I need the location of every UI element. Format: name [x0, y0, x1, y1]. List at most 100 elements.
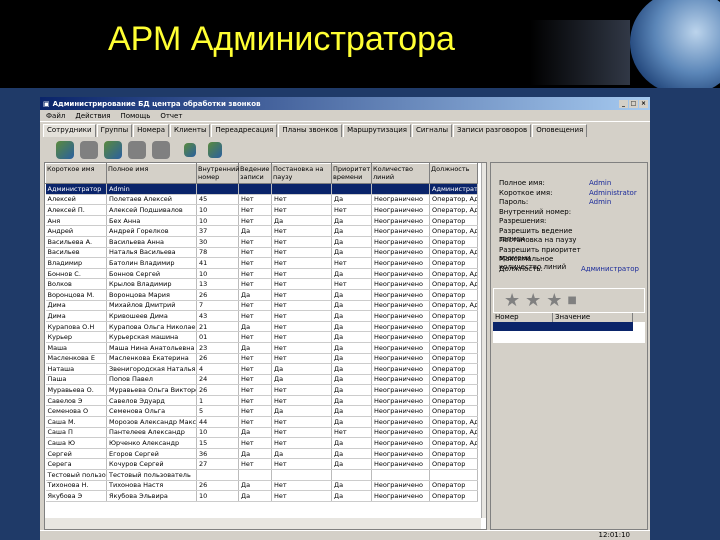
table-cell: Да — [238, 490, 272, 502]
menu-item[interactable]: Отчет — [160, 112, 182, 120]
column-header[interactable]: Приоритет времени — [331, 163, 372, 184]
table-cell: Неограничено — [371, 363, 430, 375]
table-cell: Оператор — [429, 395, 478, 407]
status-time: 12:01:10 — [598, 531, 630, 539]
table-row[interactable]: Савелов Э Савелов Эдуард 1 Нет Нет Да Неограни… — [45, 395, 478, 407]
table-cell: Воронцова М. — [45, 289, 107, 301]
table-row[interactable]: Аня Бех Анна 10 Нет Да Да Неограничено Оператор — [45, 215, 478, 227]
menu-item[interactable]: Помощь — [120, 112, 150, 120]
table-cell — [331, 183, 372, 195]
title-bar[interactable]: ▣ Администрирование БД центра обработки … — [40, 97, 650, 110]
table-row[interactable]: АдминистраторAdminАдминистратор — [45, 183, 478, 195]
close-button[interactable]: × — [639, 99, 648, 108]
horizontal-scrollbar[interactable] — [45, 518, 481, 529]
table-row[interactable]: Семенова О Семенова Ольга 5 Нет Да Да Неограни… — [45, 405, 478, 418]
tab-9[interactable]: Оповещения — [532, 124, 588, 137]
column-header[interactable]: Количество линий — [371, 163, 430, 184]
table-cell: 30 — [196, 236, 239, 248]
details-panel: Полное имя: Admin Короткое имя: Administrat… — [490, 162, 648, 530]
table-cell: Андрей Горелков — [106, 225, 197, 237]
table-row[interactable]: Боннов С. Боннов Сергей 10 Нет Нет Да Неограни… — [45, 268, 478, 280]
maximize-button[interactable]: □ — [629, 99, 638, 108]
table-row[interactable]: Васильева А. Васильева Анна 30 Нет Нет Да Неог… — [45, 236, 478, 248]
delete-user-icon[interactable] — [80, 140, 98, 159]
tab-7[interactable]: Сигналы — [412, 124, 452, 137]
tab-6[interactable]: Маршрутизация — [343, 124, 411, 137]
table-row[interactable]: Муравьева О.Муравьева Ольга Викторовна26… — [45, 384, 478, 396]
table-row[interactable]: Сергей Егоров Сергей 36 Да Да Да Неограничено О… — [45, 448, 478, 460]
minimize-button[interactable]: _ — [619, 99, 628, 108]
add-number-icon[interactable]: ★ — [504, 290, 520, 311]
column-header[interactable]: Внутренний номер — [196, 163, 239, 184]
table-row[interactable]: Дима Михайлов Дмитрий 7 Нет Нет Да Неограничен… — [45, 300, 478, 312]
tab-8[interactable]: Записи разговоров — [452, 124, 532, 137]
table-row[interactable]: Волков Крылов Владимир 13 Нет Нет Нет Неограни… — [45, 278, 478, 290]
table-cell: Нет — [238, 268, 272, 280]
table-row[interactable]: Саша М.Морозов Александр Максимович44Нет… — [45, 416, 478, 428]
table-row[interactable]: Воронцова М. Воронцова Мария 26 Да Нет Да Неог… — [45, 289, 478, 301]
table-cell: Воронцова Мария — [106, 289, 197, 301]
table-cell: Тестовый пользователь — [45, 469, 107, 481]
table-cell: 78 — [196, 247, 239, 259]
table-row[interactable]: Алексей П. Алексей Подшивалов 10 Нет Нет Нет Н… — [45, 204, 478, 216]
menu-item[interactable]: Действия — [75, 112, 110, 120]
table-row[interactable]: Васильев Наталья Васильева 78 Нет Нет Да Неогр… — [45, 247, 478, 259]
table-row[interactable]: Тестовый пользовательТестовый пользовате… — [45, 469, 478, 481]
move-user-icon[interactable] — [128, 140, 146, 159]
table-cell: Курьерская машина — [106, 331, 197, 343]
table-cell: Нет — [331, 278, 372, 290]
delete-number-icon[interactable]: ★ — [525, 290, 541, 311]
table-cell: Алексей П. — [45, 204, 107, 216]
table-row[interactable]: Саша П Пантелеев Александр 10 Да Нет Нет Неогр… — [45, 427, 478, 439]
tab-4[interactable]: Переадресация — [211, 124, 278, 137]
table-row[interactable]: Тихонова Н. Тихонова Настя 26 Да Нет Да Неогра… — [45, 480, 478, 492]
minus-icon[interactable]: ■ — [567, 295, 576, 306]
column-header[interactable]: Должность — [429, 163, 478, 184]
folder-icon[interactable] — [152, 140, 170, 159]
table-row[interactable]: Курапова О.НКурапова Ольга Николаевна21Д… — [45, 321, 478, 333]
tab-0[interactable]: Сотрудники — [43, 124, 96, 137]
column-header[interactable]: Ведение записи — [238, 163, 272, 184]
edit-user-icon[interactable] — [104, 140, 122, 159]
table-row[interactable]: Алексей Полетаев Алексей 45 Нет Нет Да Неогран… — [45, 194, 478, 206]
table-cell: Оператор — [429, 257, 478, 269]
column-header[interactable]: Номер — [493, 313, 553, 322]
table-row[interactable]: Масленкова Е Масленкова Екатерина 26 Нет Нет… — [45, 353, 478, 365]
tab-3[interactable]: Клиенты — [170, 124, 211, 137]
tab-2[interactable]: Номера — [133, 124, 169, 137]
table-row[interactable]: Паша Попов Павел 24 Нет Да Да Неограничено Опер… — [45, 374, 478, 386]
table-row[interactable]: Серега Кочуров Сергей 27 Нет Нет Да Неограниче… — [45, 458, 478, 471]
selected-row[interactable] — [493, 322, 633, 331]
add-user-icon[interactable] — [56, 140, 74, 159]
column-header[interactable]: Полное имя — [106, 163, 197, 184]
column-header[interactable]: Значение — [553, 313, 633, 322]
refresh-icon[interactable] — [184, 142, 196, 157]
table-cell: Неограничено — [371, 374, 430, 386]
table-cell: Неограничено — [371, 353, 430, 365]
table-cell: Владимир — [45, 257, 107, 269]
table-cell: Неограничено — [371, 204, 430, 216]
table-cell: Да — [331, 268, 372, 280]
detail-label: Короткое имя: — [499, 188, 553, 197]
table-row[interactable]: Саша Ю Юрченко Александр 15 Нет Нет Да Неогран… — [45, 437, 478, 449]
table-row[interactable]: Наташа Звенигородская Наталья 4 Нет Да Да Неог… — [45, 363, 478, 375]
table-row[interactable]: Андрей Андрей Горелков 37 Да Нет Да Неограниче… — [45, 225, 478, 237]
table-cell: Да — [331, 321, 372, 333]
table-cell: Дима — [45, 300, 107, 312]
status-bar: 12:01:10 — [40, 530, 650, 540]
table-row[interactable]: Владимир Батолин Владимир 41 Нет Нет Нет Неогр… — [45, 257, 478, 269]
table-cell: Саша М. — [45, 416, 107, 428]
report-icon[interactable] — [208, 141, 222, 158]
column-header[interactable]: Постановка на паузу — [271, 163, 332, 184]
table-row[interactable]: Дима Кривошеев Дима 43 Нет Нет Да Неограничено… — [45, 310, 478, 322]
vertical-scrollbar[interactable] — [481, 163, 486, 518]
tab-1[interactable]: Группы — [96, 124, 133, 137]
detail-label: Разрешения: — [499, 217, 547, 225]
menu-item[interactable]: Файл — [46, 112, 65, 120]
table-row[interactable]: Маша Маша Нина Анатольевна 23 Да Нет Да Неогра… — [45, 342, 478, 354]
tab-5[interactable]: Планы звонков — [278, 124, 343, 137]
edit-number-icon[interactable]: ★ — [546, 290, 562, 311]
column-header[interactable]: Короткое имя — [45, 163, 107, 184]
table-row[interactable]: Курьер Курьерская машина 01 Нет Нет Да Неогран… — [45, 331, 478, 343]
table-row[interactable]: Якубова Э Якубова Эльвира 10 Да Нет Да Неогран… — [45, 490, 478, 502]
